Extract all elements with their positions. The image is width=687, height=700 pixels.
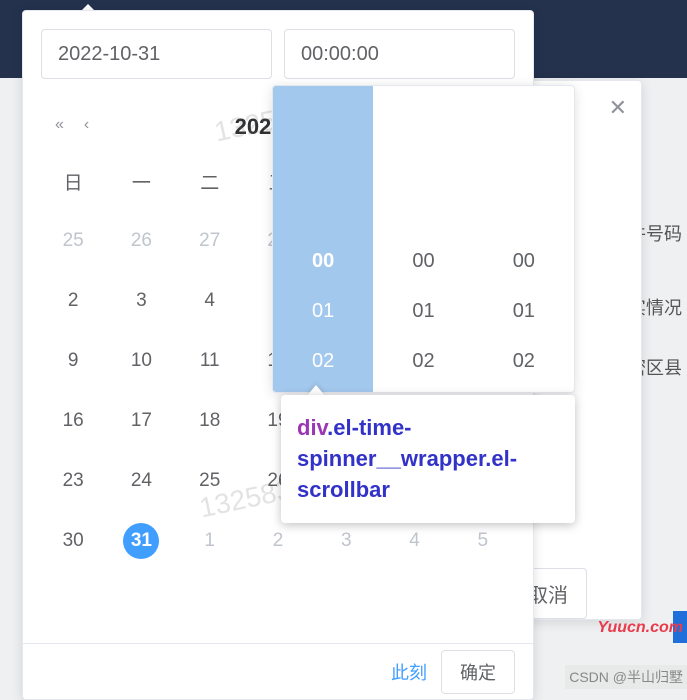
time-option[interactable]: 02 xyxy=(273,336,373,386)
calendar-day[interactable]: 10 xyxy=(107,331,175,391)
date-input[interactable]: 2022-10-31 xyxy=(41,29,272,79)
calendar-day[interactable]: 31 xyxy=(107,511,175,571)
prev-month-icon[interactable]: ‹ xyxy=(84,116,89,134)
calendar-day[interactable]: 1 xyxy=(176,511,244,571)
calendar-day[interactable]: 3 xyxy=(107,271,175,331)
calendar-day[interactable]: 27 xyxy=(176,211,244,271)
inputs-row: 2022-10-31 00:00:00 xyxy=(23,11,533,91)
credit-text: CSDN @半山归墅 xyxy=(565,665,687,689)
time-option[interactable]: 01 xyxy=(474,286,574,336)
confirm-button[interactable]: 确定 xyxy=(441,650,515,694)
weekday-header: 二 xyxy=(176,151,244,211)
time-option[interactable]: 00 xyxy=(273,236,373,286)
calendar-day[interactable]: 30 xyxy=(39,511,107,571)
minute-column[interactable]: 000102 xyxy=(373,86,473,392)
time-option[interactable]: 00 xyxy=(474,236,574,286)
time-input-value: 00:00:00 xyxy=(301,43,379,66)
calendar-day[interactable]: 16 xyxy=(39,391,107,451)
time-option[interactable]: 02 xyxy=(373,336,473,386)
time-option[interactable]: 02 xyxy=(474,336,574,386)
time-input[interactable]: 00:00:00 xyxy=(284,29,515,79)
weekday-header: 一 xyxy=(107,151,175,211)
date-input-value: 2022-10-31 xyxy=(58,43,160,66)
brand-yuucn: Yuucn.com xyxy=(597,619,683,637)
calendar-day[interactable]: 26 xyxy=(107,211,175,271)
now-button[interactable]: 此刻 xyxy=(391,659,427,685)
time-option[interactable]: 00 xyxy=(373,236,473,286)
calendar-day[interactable]: 24 xyxy=(107,451,175,511)
devtools-tooltip: div.el-time-spinner__wrapper.el-scrollba… xyxy=(281,395,575,523)
second-column[interactable]: 000102 xyxy=(474,86,574,392)
calendar-day[interactable]: 18 xyxy=(176,391,244,451)
time-option[interactable]: 01 xyxy=(273,286,373,336)
calendar-day[interactable]: 9 xyxy=(39,331,107,391)
calendar-day[interactable]: 2 xyxy=(39,271,107,331)
weekday-header: 日 xyxy=(39,151,107,211)
calendar-day[interactable]: 4 xyxy=(176,271,244,331)
tooltip-class: .el-time-spinner__wrapper.el-scrollbar xyxy=(297,415,517,502)
tooltip-tag: div xyxy=(297,415,327,440)
calendar-day[interactable]: 25 xyxy=(176,451,244,511)
hour-column[interactable]: 000102 xyxy=(273,86,373,392)
time-spinner-popup: 000102 000102 000102 xyxy=(272,85,575,393)
calendar-day[interactable]: 23 xyxy=(39,451,107,511)
picker-footer: 此刻 确定 xyxy=(23,643,533,699)
time-option[interactable]: 01 xyxy=(373,286,473,336)
calendar-day[interactable]: 25 xyxy=(39,211,107,271)
calendar-day[interactable]: 11 xyxy=(176,331,244,391)
prev-year-icon[interactable]: « xyxy=(55,116,64,134)
calendar-day[interactable]: 17 xyxy=(107,391,175,451)
close-icon[interactable]: ✕ xyxy=(609,95,627,121)
